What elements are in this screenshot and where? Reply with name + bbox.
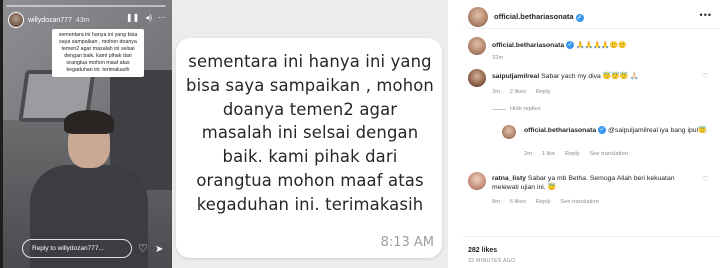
more-icon[interactable]: ⋯ [158, 13, 166, 22]
story-time: 43m [75, 16, 90, 24]
instagram-comments-panel: official.bethariasonata ✓ ••• official.be… [462, 0, 720, 268]
story-progress-bar [6, 5, 166, 7]
reply-avatar[interactable] [502, 125, 516, 139]
comment-reply: official.bethariasonata ✓ @saipuljamilrea… [524, 126, 708, 135]
verified-icon: ✓ [566, 41, 575, 50]
see-translation-button[interactable]: See translation [589, 151, 628, 157]
comment-time: 8m [492, 199, 501, 205]
story-avatar[interactable] [8, 12, 24, 28]
caption-time: 32m [492, 55, 504, 61]
story-username[interactable]: willydozan777 [28, 17, 72, 24]
heart-icon[interactable]: ♡ [138, 242, 148, 255]
comment-author[interactable]: official.bethariasonata [524, 127, 596, 134]
comment-avatar[interactable] [468, 69, 486, 87]
verified-icon: ✓ [575, 13, 584, 22]
more-options-icon[interactable]: ••• [700, 10, 712, 20]
reply-button[interactable]: Reply [536, 199, 551, 205]
mute-icon[interactable]: ◂) [145, 13, 152, 22]
chat-message-text: sementara ini hanya ini yang bisa saya s… [186, 52, 434, 214]
comment: saipuljamilreal Sabar yach my diva 😇😇😇 🙏… [492, 72, 692, 81]
see-translation-button[interactable]: See translation [560, 199, 599, 205]
caption-author[interactable]: official.bethariasonata [492, 42, 564, 49]
comment-meta: 2m 1 like Reply See translation [524, 151, 636, 157]
comment-likes[interactable]: 6 likes [510, 199, 526, 205]
comment-likes[interactable]: 1 like [542, 151, 556, 157]
story-reply-input[interactable]: Reply to willydozan777... [22, 239, 132, 258]
like-comment-icon[interactable]: ♡ [702, 72, 708, 80]
comment-author[interactable]: saipuljamilreal [492, 73, 539, 80]
story-edge [0, 0, 3, 268]
post-header[interactable]: official.bethariasonata ✓ [468, 7, 584, 27]
header-divider [462, 28, 720, 29]
chat-message-time: 8:13 AM [380, 235, 434, 250]
comment: ratna_listy Sabar ya mb Betha. Semoga Al… [492, 174, 700, 192]
like-comment-icon[interactable]: ♡ [702, 175, 708, 183]
pause-icon[interactable]: ❚❚ [126, 13, 139, 22]
caption: official.bethariasonata ✓ 🙏🙏🙏🙏🙂🙂 [492, 41, 627, 50]
hide-replies-button[interactable]: Hide replies [510, 106, 541, 112]
post-author-avatar[interactable] [468, 7, 488, 27]
instagram-story-panel: willydozan777 43m ❚❚ ◂) ⋯ sementara ini … [0, 0, 172, 268]
reply-button[interactable]: Reply [536, 89, 551, 95]
caption-text: 🙏🙏🙏🙏🙂🙂 [576, 42, 627, 49]
caption-avatar[interactable] [468, 37, 486, 55]
comment-text: @saipuljamilreal iya bang ipul😇 [608, 127, 707, 134]
story-text-overlay: sementara ini hanya ini yang bisa saya s… [52, 29, 144, 77]
comment-meta: 8m 6 likes Reply See translation [492, 199, 607, 205]
story-header-icons: ❚❚ ◂) ⋯ [126, 13, 166, 22]
comment-time: 2m [524, 151, 533, 157]
like-comment-icon[interactable]: ♡ [702, 128, 708, 136]
comment-likes[interactable]: 2 likes [510, 89, 526, 95]
comment-author[interactable]: ratna_listy [492, 175, 526, 182]
comment-time: 3m [492, 89, 501, 95]
post-time-ago: 32 MINUTES AGO [468, 258, 516, 264]
story-person-hair [64, 110, 114, 134]
chat-message-bubble: sementara ini hanya ini yang bisa saya s… [176, 38, 442, 258]
comment-avatar[interactable] [468, 172, 486, 190]
verified-icon: ✓ [598, 126, 607, 135]
hide-replies-line [492, 109, 506, 110]
post-author-name[interactable]: official.bethariasonata ✓ [494, 12, 584, 22]
footer-divider [462, 236, 720, 237]
comment-text: Sabar yach my diva 😇😇😇 🙏🏻 [541, 73, 639, 80]
story-header[interactable]: willydozan777 43m [8, 12, 90, 28]
comment-meta: 3m 2 likes Reply [492, 89, 559, 95]
post-likes-count[interactable]: 282 likes [468, 247, 497, 254]
reply-button[interactable]: Reply [565, 151, 580, 157]
send-icon[interactable]: ➤ [155, 244, 163, 255]
